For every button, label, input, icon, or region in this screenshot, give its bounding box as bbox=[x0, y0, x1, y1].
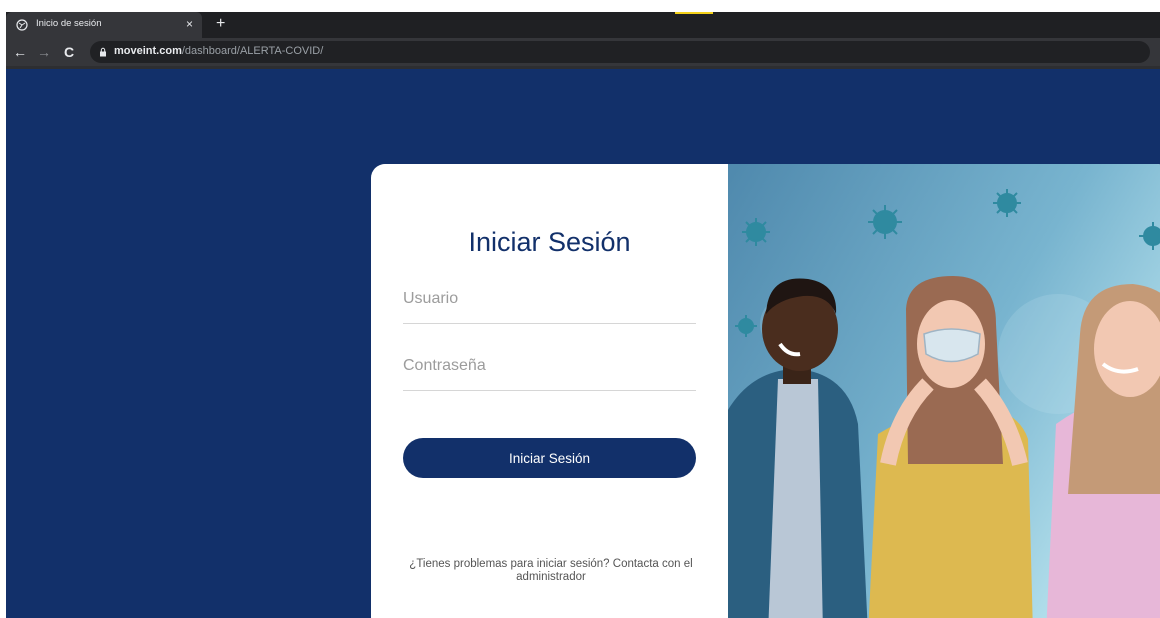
address-bar[interactable]: moveint.com/dashboard/ALERTA-COVID/ bbox=[90, 41, 1150, 63]
tab-strip: Inicio de sesión × + bbox=[6, 12, 1160, 38]
close-tab-icon[interactable]: × bbox=[186, 16, 193, 32]
reload-icon[interactable]: C bbox=[61, 43, 77, 61]
url-path: /dashboard/ALERTA-COVID/ bbox=[181, 45, 324, 57]
browser-toolbar: ← → C moveint.com/dashboard/ALERTA-COVID… bbox=[6, 38, 1160, 66]
username-input[interactable] bbox=[403, 282, 696, 324]
tab-login[interactable]: Inicio de sesión × bbox=[6, 12, 202, 38]
new-tab-icon[interactable]: + bbox=[216, 14, 225, 34]
globe-icon bbox=[16, 19, 28, 31]
password-input[interactable] bbox=[403, 349, 696, 391]
tab-title: Inicio de sesión bbox=[36, 18, 102, 29]
lock-icon bbox=[100, 47, 106, 57]
window-indicator bbox=[675, 12, 713, 14]
login-title: Iniciar Sesión bbox=[468, 227, 631, 257]
help-text[interactable]: ¿Tienes problemas para iniciar sesión? C… bbox=[396, 558, 706, 584]
url-text: moveint.com/dashboard/ALERTA-COVID/ bbox=[114, 45, 323, 57]
forward-arrow-icon[interactable]: → bbox=[36, 43, 52, 61]
toolbar-divider bbox=[6, 66, 1160, 69]
browser-viewport: Inicio de sesión × + ← → C moveint.com/d… bbox=[6, 12, 1160, 618]
covid-illustration bbox=[728, 164, 1160, 618]
login-button[interactable]: Iniciar Sesión bbox=[403, 438, 696, 478]
url-host: moveint.com bbox=[114, 45, 182, 57]
back-arrow-icon[interactable]: ← bbox=[12, 43, 28, 61]
login-card: Iniciar Sesión Iniciar Sesión ¿Tienes pr… bbox=[371, 164, 1160, 618]
